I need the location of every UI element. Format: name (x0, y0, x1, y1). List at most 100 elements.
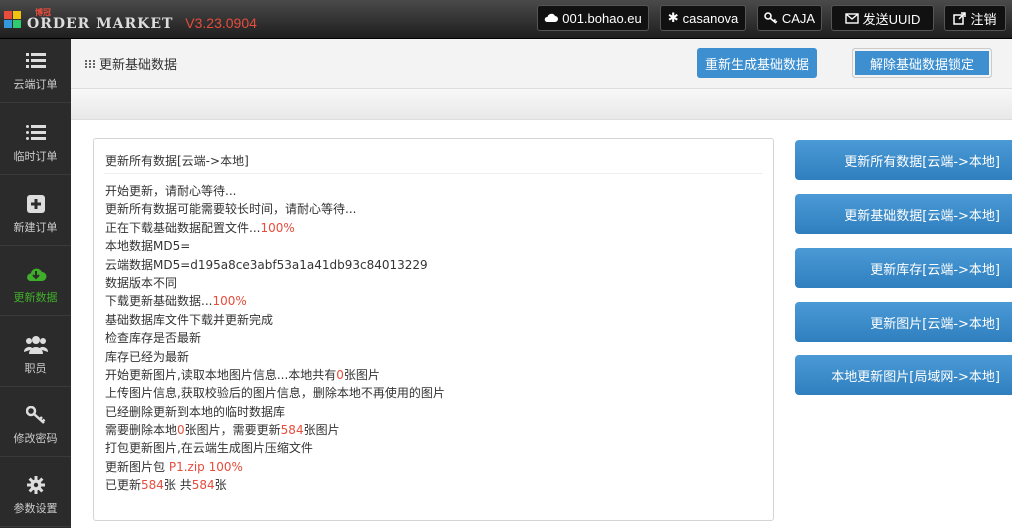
log-text: 已经删除更新到本地的临时数据库 (105, 404, 286, 419)
log-text: 张图片，需要更新 (184, 423, 281, 438)
logout-button[interactable]: 注销 (944, 5, 1006, 31)
send-uuid-button[interactable]: 发送UUID (831, 5, 934, 31)
log-line: 下载更新基础数据...100% (105, 292, 445, 310)
sidebar-label: 职员 (24, 361, 47, 375)
gear-icon: ✱ (667, 10, 679, 25)
sidebar-item-change-password[interactable]: 修改密码 (0, 393, 71, 457)
log-line: 上传图片信息,获取校验后的图片信息，删除本地不再使用的图片 (105, 384, 445, 402)
log-highlight: 584 (280, 423, 304, 438)
log-line: 云端数据MD5=d195a8ce3abf53a1a41db93c84013229 (105, 256, 445, 274)
sidebar-item-update-data[interactable]: 更新数据 (0, 252, 71, 316)
sidebar-item-staff[interactable]: 职员 (0, 323, 71, 387)
log-highlight: P1.zip 100% (168, 459, 243, 474)
users-icon (23, 334, 48, 356)
log-highlight: 100% (260, 220, 295, 235)
top-bar: 博冠 ORDER MARKET V3.23.0904 001.bohao.eu … (0, 0, 1012, 39)
page-title: 更新基础数据 (85, 54, 177, 73)
sidebar-label: 临时订单 (13, 149, 58, 163)
local-update-images-button[interactable]: 本地更新图片[局域网->本地] (795, 355, 1012, 395)
log-highlight: 100% (212, 294, 247, 309)
sub-toolbar (71, 89, 1012, 120)
caja-label: CAJA (781, 10, 816, 26)
sidebar-label: 云端订单 (13, 77, 58, 91)
external-link-icon (953, 11, 967, 25)
log-text: 打包更新图片,在云端生成图片压缩文件 (105, 441, 313, 456)
domain-button[interactable]: 001.bohao.eu (537, 5, 649, 31)
logo-icon (4, 10, 21, 28)
log-line: 打包更新图片,在云端生成图片压缩文件 (105, 439, 445, 457)
update-base-data-button[interactable]: 更新基础数据[云端->本地] (795, 194, 1012, 234)
cloud-download-icon (25, 263, 47, 285)
panel-title: 更新所有数据[云端->本地] (105, 154, 249, 168)
log-line: 库存已经为最新 (105, 348, 445, 366)
log-text: 上传图片信息,获取校验后的图片信息，删除本地不再使用的图片 (105, 386, 445, 401)
caja-button[interactable]: CAJA (757, 5, 822, 31)
list-icon (25, 50, 46, 72)
log-highlight: 0 (177, 423, 185, 438)
domain-label: 001.bohao.eu (562, 10, 642, 26)
key-icon (764, 12, 778, 24)
log-line: 开始更新，请耐心等待... (105, 182, 445, 200)
log-highlight: 584 (191, 478, 215, 493)
sidebar-label: 新建订单 (13, 220, 58, 234)
log-text: 已更新 (105, 478, 142, 493)
log-text: 张图片 (303, 423, 340, 438)
log-text: 库存已经为最新 (105, 349, 190, 364)
sidebar-label: 修改密码 (13, 431, 58, 445)
log-line: 已更新584张 共584张 (105, 476, 445, 494)
log-highlight: 584 (141, 478, 164, 493)
log-text: 下载更新基础数据... (105, 294, 213, 309)
cloud-icon (544, 13, 559, 22)
app-logo: 博冠 ORDER MARKET V3.23.0904 (0, 4, 257, 34)
logo-subtitle: 博冠 (35, 7, 51, 17)
log-line: 更新图片包 P1.zip 100% (105, 458, 445, 476)
log-line: 需要删除本地0张图片，需要更新584张图片 (105, 421, 445, 439)
log-line: 数据版本不同 (105, 274, 445, 292)
sidebar: 云端订单 临时订单 新建订单 更新数据 职员 修改密码 参数设置 (0, 39, 71, 528)
log-text: 开始更新，请耐心等待... (105, 184, 237, 198)
user-label: casanova (682, 10, 739, 26)
sidebar-item-cloud-orders[interactable]: 云端订单 (0, 39, 71, 103)
update-images-button[interactable]: 更新图片[云端->本地] (795, 302, 1012, 342)
log-line: 开始更新图片,读取本地图片信息...本地共有0张图片 (105, 366, 445, 384)
log-line: 正在下载基础数据配置文件...100% (105, 219, 445, 237)
page-header: 更新基础数据 重新生成基础数据 解除基础数据锁定 (71, 39, 1012, 89)
log-line: 基础数据库文件下载并更新完成 (105, 311, 445, 329)
log-line: 本地数据MD5= (105, 237, 445, 255)
key-icon (25, 404, 46, 426)
plus-square-icon (26, 193, 45, 215)
log-text: 数据版本不同 (105, 275, 178, 290)
logout-label: 注销 (970, 11, 997, 27)
unlock-base-data-button[interactable]: 解除基础数据锁定 (852, 48, 992, 78)
update-log-panel: 更新所有数据[云端->本地] 开始更新，请耐心等待... 更新所有数据可能需要较长… (93, 138, 774, 521)
log-line: 已经删除更新到本地的临时数据库 (105, 403, 445, 421)
log-text: 正在下载基础数据配置文件... (105, 220, 261, 235)
log-text: 本地数据MD5= (105, 239, 191, 254)
panel-divider (104, 173, 763, 174)
log-text: 云端数据MD5=d195a8ce3abf53a1a41db93c84013229 (105, 257, 428, 272)
update-log: 开始更新，请耐心等待... 更新所有数据可能需要较长时间，请耐心等待... 正在下载… (105, 182, 445, 495)
user-button[interactable]: ✱ casanova (660, 5, 746, 31)
sidebar-item-settings[interactable]: 参数设置 (0, 463, 71, 527)
update-all-data-button[interactable]: 更新所有数据[云端->本地] (795, 140, 1012, 180)
gear-icon (26, 474, 45, 496)
app-version: V3.23.0904 (185, 14, 257, 31)
sidebar-item-temp-orders[interactable]: 临时订单 (0, 111, 71, 175)
log-text: 张 (214, 478, 227, 493)
log-text: 基础数据库文件下载并更新完成 (105, 312, 274, 327)
envelope-icon (844, 12, 859, 24)
log-text: 开始更新图片,读取本地图片信息...本地共有 (105, 367, 337, 382)
regenerate-base-data-button[interactable]: 重新生成基础数据 (697, 48, 817, 78)
grid-icon (85, 59, 95, 68)
log-text: 张 共 (163, 478, 192, 493)
log-text: 更新所有数据可能需要较长时间，请耐心等待... (105, 202, 357, 217)
log-text: 需要删除本地 (105, 423, 178, 438)
sidebar-label: 更新数据 (13, 290, 58, 304)
log-text: 张图片 (343, 367, 380, 382)
page-title-text: 更新基础数据 (99, 58, 178, 73)
sidebar-label: 参数设置 (13, 501, 58, 515)
sidebar-item-new-order[interactable]: 新建订单 (0, 182, 71, 246)
log-text: 检查库存是否最新 (105, 331, 202, 346)
send-uuid-label: 发送UUID (862, 11, 921, 27)
update-stock-button[interactable]: 更新库存[云端->本地] (795, 248, 1012, 288)
